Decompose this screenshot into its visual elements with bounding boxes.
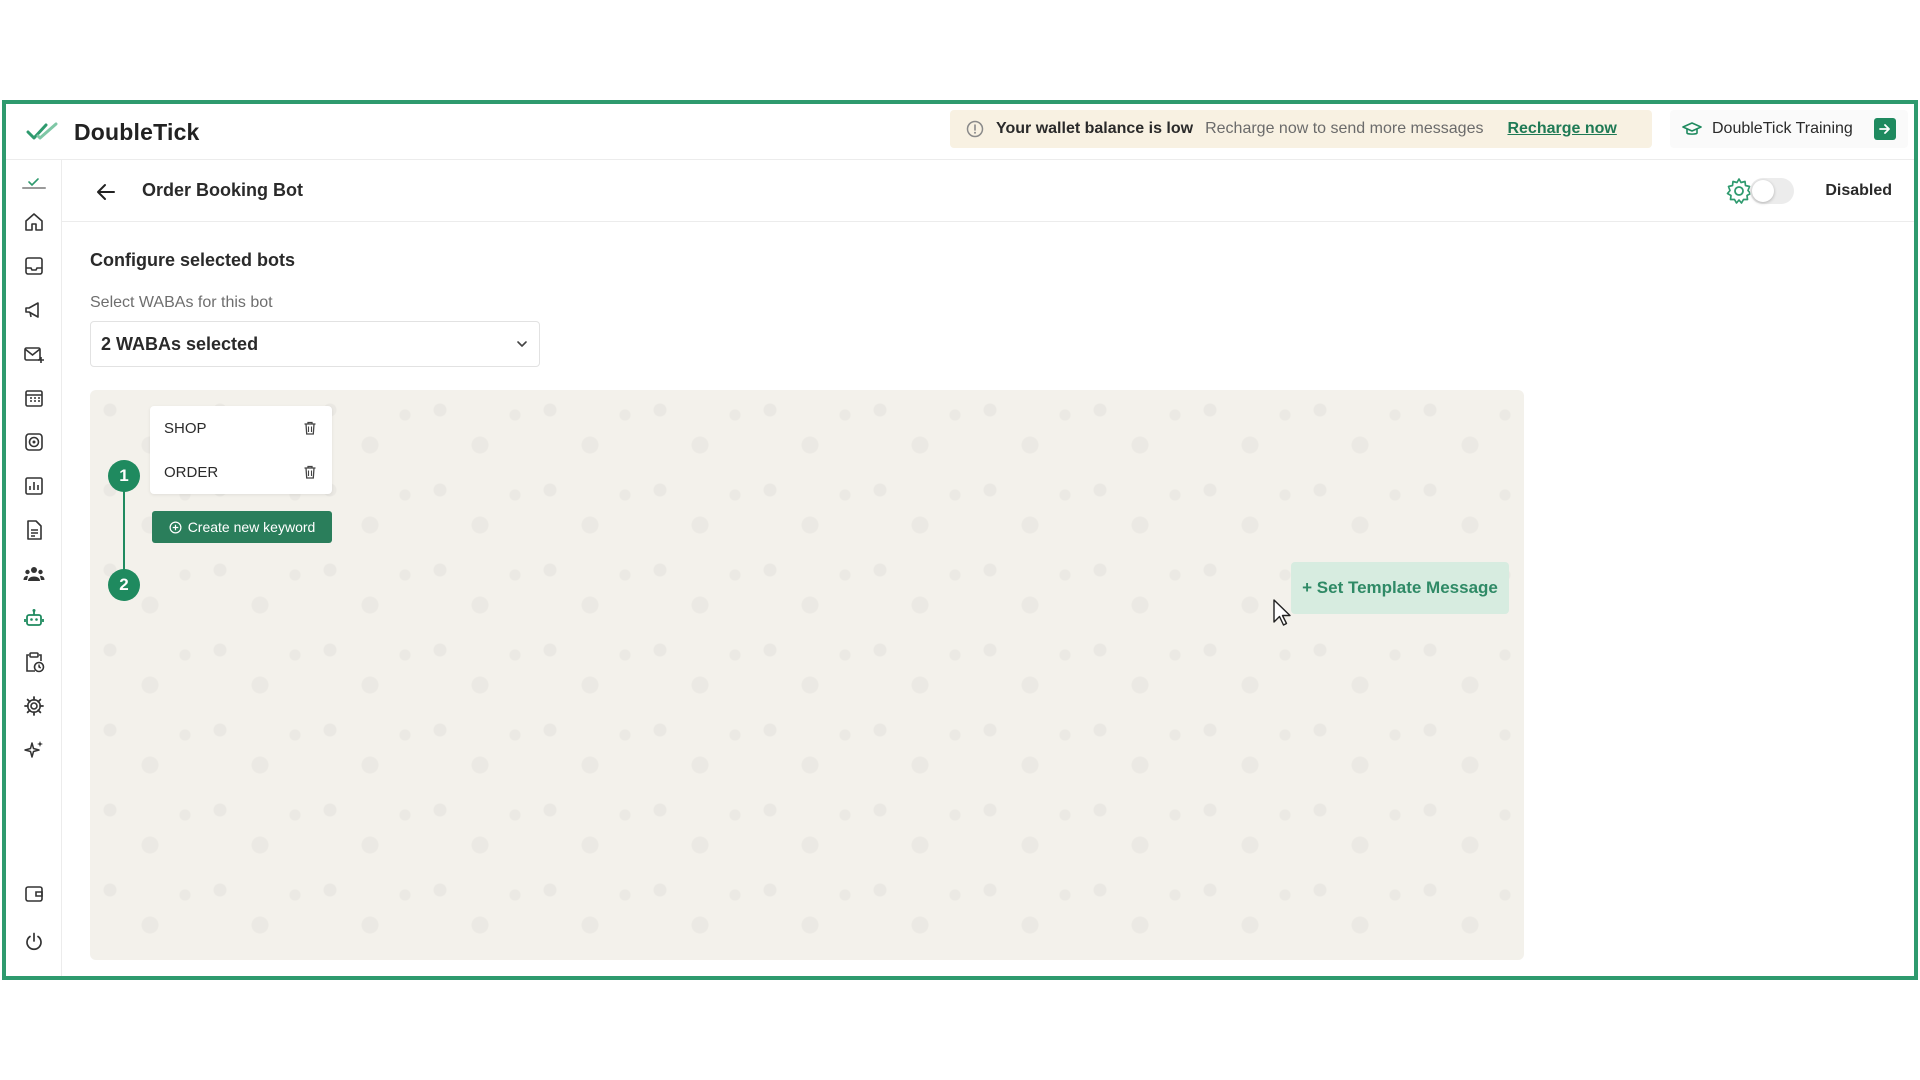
- keyword-item[interactable]: SHOP: [150, 406, 332, 450]
- team-icon: [23, 567, 45, 581]
- clipboard-clock-icon: [26, 652, 45, 673]
- app-window: DoubleTick Your wallet balance is low Re…: [2, 100, 1918, 980]
- back-button[interactable]: [92, 178, 120, 206]
- wallet-low-banner: Your wallet balance is low Recharge now …: [950, 110, 1652, 148]
- step-2-badge: 2: [108, 569, 140, 601]
- training-label: DoubleTick Training: [1712, 120, 1853, 137]
- keyword-label: SHOP: [164, 419, 207, 437]
- settings-icon: [24, 696, 44, 716]
- target-icon: [25, 433, 43, 451]
- create-keyword-button[interactable]: Create new keyword: [152, 511, 332, 543]
- bot-icon: [24, 609, 44, 626]
- sidebar-item-bots[interactable]: [22, 606, 46, 630]
- info-circle-icon: [966, 120, 984, 138]
- sidebar-item-logout[interactable]: [22, 930, 46, 954]
- sidebar-item-team[interactable]: [22, 562, 46, 586]
- sidebar-item-goals[interactable]: [22, 430, 46, 454]
- sidebar-item-analytics[interactable]: [22, 474, 46, 498]
- sidebar-item-broadcast[interactable]: [22, 298, 46, 322]
- wallet-icon: [25, 886, 43, 902]
- brand-name: DoubleTick: [74, 118, 200, 145]
- graduation-cap-icon: [1682, 122, 1702, 135]
- bot-flow-canvas[interactable]: 1 2 SHOP ORDER Create new keyword + Set …: [90, 390, 1524, 960]
- sidebar-item-schedules[interactable]: [22, 650, 46, 674]
- mouse-pointer-icon: [1273, 599, 1291, 626]
- calendar-grid-icon: [25, 390, 43, 407]
- keyword-label: ORDER: [164, 463, 219, 481]
- trash-icon[interactable]: [302, 464, 318, 480]
- sidebar-item-ai[interactable]: [22, 738, 46, 762]
- waba-select-value: 2 WABAs selected: [101, 333, 259, 354]
- trash-icon[interactable]: [302, 420, 318, 436]
- sidebar-item-campaigns[interactable]: [22, 342, 46, 366]
- sidebar-item-templates[interactable]: [22, 518, 46, 542]
- double-tick-logo-icon: [26, 122, 58, 140]
- sidebar-item-inbox[interactable]: [22, 254, 46, 278]
- toggle-knob: [1752, 180, 1774, 202]
- sidebar-item-wallet[interactable]: [22, 882, 46, 906]
- megaphone-icon: [25, 302, 39, 318]
- set-template-message-button[interactable]: + Set Template Message: [1291, 562, 1509, 614]
- sidebar-item-catalog[interactable]: [22, 386, 46, 410]
- sidebar-item-settings[interactable]: [22, 694, 46, 718]
- brand[interactable]: DoubleTick: [26, 112, 200, 152]
- home-icon: [25, 213, 43, 231]
- open-training-icon: [1874, 118, 1896, 140]
- mail-add-icon: [24, 347, 44, 363]
- waba-select-dropdown[interactable]: 2 WABAs selected: [90, 321, 540, 367]
- top-bar: DoubleTick Your wallet balance is low Re…: [6, 104, 1914, 160]
- chevron-down-icon: [517, 341, 527, 347]
- keyword-list: SHOP ORDER: [150, 406, 332, 494]
- training-button[interactable]: DoubleTick Training: [1670, 110, 1908, 148]
- keyword-item[interactable]: ORDER: [150, 450, 332, 494]
- chart-icon: [25, 477, 43, 495]
- step-connector: [123, 476, 125, 584]
- page-title: Order Booking Bot: [142, 180, 303, 200]
- sidebar: [6, 160, 62, 976]
- page-header: Order Booking Bot Disabled: [62, 160, 1914, 222]
- arrow-left-icon: [97, 184, 115, 200]
- power-icon: [26, 932, 42, 951]
- bot-enable-toggle[interactable]: [1750, 178, 1794, 204]
- step-1-badge: 1: [108, 460, 140, 492]
- plus-circle-icon: [169, 521, 182, 533]
- wallet-banner-subtitle: Recharge now to send more messages: [1205, 120, 1484, 137]
- inbox-icon: [25, 257, 43, 275]
- waba-select-label: Select WABAs for this bot: [90, 294, 273, 311]
- wallet-banner-title: Your wallet balance is low: [996, 120, 1194, 137]
- bot-status-label: Disabled: [1825, 182, 1892, 199]
- document-icon: [27, 520, 42, 540]
- create-keyword-label: Create new keyword: [187, 519, 316, 535]
- recharge-now-link[interactable]: Recharge now: [1507, 120, 1616, 138]
- sidebar-item-home[interactable]: [22, 210, 46, 234]
- configure-section-title: Configure selected bots: [90, 250, 296, 270]
- main-content: Order Booking Bot Disabled Configure sel…: [62, 160, 1914, 976]
- sparkle-icon: [24, 741, 43, 758]
- sidebar-logo-icon: [22, 178, 46, 189]
